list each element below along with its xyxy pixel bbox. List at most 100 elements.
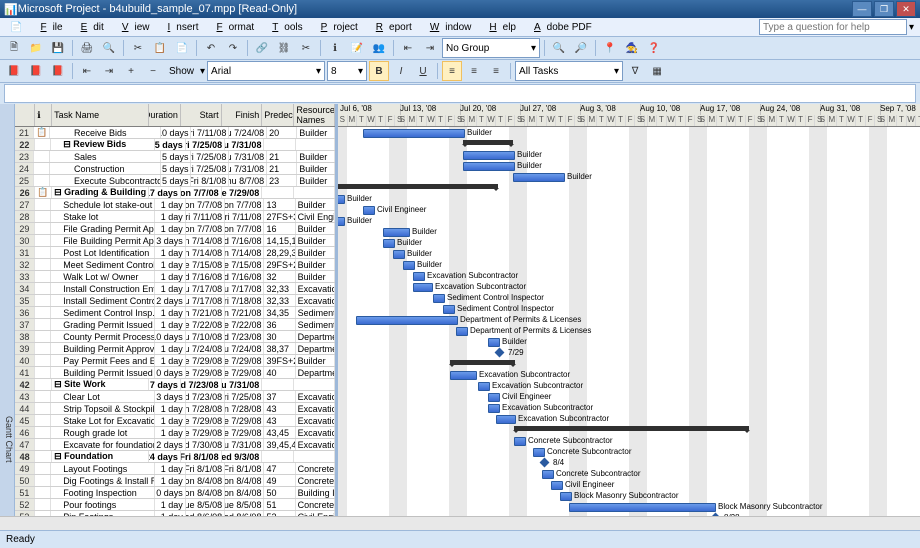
print-icon[interactable]: 🖨 bbox=[77, 38, 97, 58]
task-row[interactable]: 25Execute Subcontractor Agreeme5 daysFri… bbox=[15, 175, 335, 187]
help-search[interactable] bbox=[759, 19, 907, 35]
task-row[interactable]: 35Install Sediment Controls2 daysThu 7/1… bbox=[15, 295, 335, 307]
menu-project[interactable]: Project bbox=[309, 20, 364, 35]
col-id[interactable] bbox=[15, 104, 35, 126]
task-row[interactable]: 43Clear Lot3 daysWed 7/23/08Fri 7/25/083… bbox=[15, 391, 335, 403]
pdf3-icon[interactable]: 📕 bbox=[48, 61, 68, 81]
bold-icon[interactable]: B bbox=[369, 61, 389, 81]
task-bar[interactable] bbox=[363, 129, 465, 138]
task-row[interactable]: 37Grading Permit Issued1 dayTue 7/22/08T… bbox=[15, 319, 335, 331]
task-bar[interactable] bbox=[433, 294, 445, 303]
col-resource[interactable]: Resource Names bbox=[294, 104, 335, 126]
task-row[interactable]: 40Pay Permit Fees and Excise Taxe1 dayTu… bbox=[15, 355, 335, 367]
split-icon[interactable]: ✂ bbox=[296, 38, 316, 58]
task-row[interactable]: 39Building Permit Approved1 dayThu 7/24/… bbox=[15, 343, 335, 355]
task-row[interactable]: 49Layout Footings1 dayFri 8/1/08Fri 8/1/… bbox=[15, 463, 335, 475]
task-bar[interactable] bbox=[488, 393, 500, 402]
col-duration[interactable]: Duration bbox=[149, 104, 181, 126]
task-bar[interactable] bbox=[513, 173, 565, 182]
task-bar[interactable] bbox=[533, 448, 545, 457]
gantt-body[interactable]: BuilderBuilderBuilderBuilderBuilderCivil… bbox=[338, 127, 920, 548]
task-bar[interactable] bbox=[560, 492, 572, 501]
col-finish[interactable]: Finish bbox=[222, 104, 263, 126]
cut-icon[interactable]: ✂ bbox=[128, 38, 148, 58]
view-bar[interactable]: Gantt Chart bbox=[0, 104, 15, 548]
align-center-icon[interactable]: ≡ bbox=[464, 61, 484, 81]
task-row[interactable]: 30File Building Permit Application3 days… bbox=[15, 235, 335, 247]
help-icon[interactable]: ❓ bbox=[644, 38, 664, 58]
task-bar[interactable] bbox=[363, 206, 375, 215]
preview-icon[interactable]: 🔍 bbox=[99, 38, 119, 58]
task-row[interactable]: 36Sediment Control Insp.1 dayMon 7/21/08… bbox=[15, 307, 335, 319]
pdf2-icon[interactable]: 📕 bbox=[26, 61, 46, 81]
menu-help[interactable]: Help bbox=[477, 20, 522, 35]
milestone[interactable] bbox=[495, 348, 505, 358]
task-row[interactable]: 52Pour footings1 dayTue 8/5/08Tue 8/5/08… bbox=[15, 499, 335, 511]
goto-icon[interactable]: 📍 bbox=[600, 38, 620, 58]
milestone[interactable] bbox=[540, 458, 550, 468]
task-bar[interactable] bbox=[463, 151, 515, 160]
summary-bar[interactable] bbox=[463, 140, 513, 145]
task-bar[interactable] bbox=[569, 503, 716, 512]
task-bar[interactable] bbox=[356, 316, 458, 325]
task-bar[interactable] bbox=[450, 371, 477, 380]
entry-bar[interactable] bbox=[4, 84, 916, 103]
col-pred[interactable]: Predecessors bbox=[262, 104, 294, 126]
outdent2-icon[interactable]: ⇤ bbox=[77, 61, 97, 81]
font-select[interactable]: Arial▾ bbox=[207, 61, 325, 81]
task-row[interactable]: 32Meet Sediment Control Inspector1 dayTu… bbox=[15, 259, 335, 271]
task-row[interactable]: 48⊟ Foundation24 daysFri 8/1/08Wed 9/3/0… bbox=[15, 451, 335, 463]
pdf-icon[interactable]: 📕 bbox=[4, 61, 24, 81]
undo-icon[interactable]: ↶ bbox=[201, 38, 221, 58]
menu-report[interactable]: Report bbox=[364, 20, 418, 35]
col-name[interactable]: Task Name bbox=[52, 104, 149, 126]
col-indicator[interactable]: ℹ bbox=[35, 104, 52, 126]
menu-adobe-pdf[interactable]: Adobe PDF bbox=[522, 20, 598, 35]
timescale[interactable]: Jul 6, '08SMTWTFSJul 13, '08SMTWTFSJul 2… bbox=[338, 104, 920, 127]
grid-icon[interactable]: ▦ bbox=[647, 61, 667, 81]
task-row[interactable]: 29File Grading Permit Application1 dayMo… bbox=[15, 223, 335, 235]
task-bar[interactable] bbox=[551, 481, 563, 490]
task-row[interactable]: 38County Permit Process10 daysThu 7/10/0… bbox=[15, 331, 335, 343]
task-bar[interactable] bbox=[338, 217, 345, 226]
new-icon[interactable]: 🗎 bbox=[4, 38, 24, 58]
task-row[interactable]: 22⊟ Review Bids5 daysFri 7/25/08Thu 7/31… bbox=[15, 139, 335, 151]
align-right-icon[interactable]: ≡ bbox=[486, 61, 506, 81]
task-row[interactable]: 26📋⊟ Grading & Building Permits17 daysMo… bbox=[15, 187, 335, 199]
group-select[interactable]: No Group▾ bbox=[442, 38, 540, 58]
indent-icon[interactable]: ⇤ bbox=[398, 38, 418, 58]
horizontal-scrollbar[interactable] bbox=[0, 516, 920, 531]
col-start[interactable]: Start bbox=[181, 104, 222, 126]
task-bar[interactable] bbox=[478, 382, 490, 391]
task-bar[interactable] bbox=[403, 261, 415, 270]
task-bar[interactable] bbox=[413, 283, 433, 292]
task-bar[interactable] bbox=[514, 437, 526, 446]
indent2-icon[interactable]: ⇥ bbox=[99, 61, 119, 81]
task-bar[interactable] bbox=[488, 338, 500, 347]
menu-insert[interactable]: Insert bbox=[156, 20, 205, 35]
task-row[interactable]: 44Strip Topsoil & Stockpile1 dayMon 7/28… bbox=[15, 403, 335, 415]
task-bar[interactable] bbox=[542, 470, 554, 479]
summary-bar[interactable] bbox=[338, 184, 498, 189]
summary-bar[interactable] bbox=[450, 360, 515, 365]
menu-tools[interactable]: Tools bbox=[260, 20, 308, 35]
task-row[interactable]: 41Building Permit Issued0 daysTue 7/29/0… bbox=[15, 367, 335, 379]
zoom-out-icon[interactable]: 🔍 bbox=[549, 38, 569, 58]
menu-format[interactable]: Format bbox=[205, 20, 261, 35]
task-row[interactable]: 33Walk Lot w/ Owner1 dayWed 7/16/08Wed 7… bbox=[15, 271, 335, 283]
task-row[interactable]: 46Rough grade lot1 dayTue 7/29/08Tue 7/2… bbox=[15, 427, 335, 439]
zoom-in-icon[interactable]: 🔎 bbox=[571, 38, 591, 58]
task-bar[interactable] bbox=[413, 272, 425, 281]
task-row[interactable]: 31Post Lot Identification1 dayMon 7/14/0… bbox=[15, 247, 335, 259]
assign-icon[interactable]: 👥 bbox=[369, 38, 389, 58]
task-row[interactable]: 47Excavate for foundation2 daysWed 7/30/… bbox=[15, 439, 335, 451]
underline-icon[interactable]: U bbox=[413, 61, 433, 81]
open-icon[interactable]: 📁 bbox=[26, 38, 46, 58]
task-row[interactable]: 42⊟ Site Work7 daysWed 7/23/08Thu 7/31/0… bbox=[15, 379, 335, 391]
task-bar[interactable] bbox=[496, 415, 516, 424]
task-row[interactable]: 45Stake Lot for Excavation1 dayTue 7/29/… bbox=[15, 415, 335, 427]
summary-bar[interactable] bbox=[514, 426, 749, 431]
task-bar[interactable] bbox=[443, 305, 455, 314]
task-bar[interactable] bbox=[383, 228, 410, 237]
close-button[interactable]: ✕ bbox=[896, 1, 916, 17]
